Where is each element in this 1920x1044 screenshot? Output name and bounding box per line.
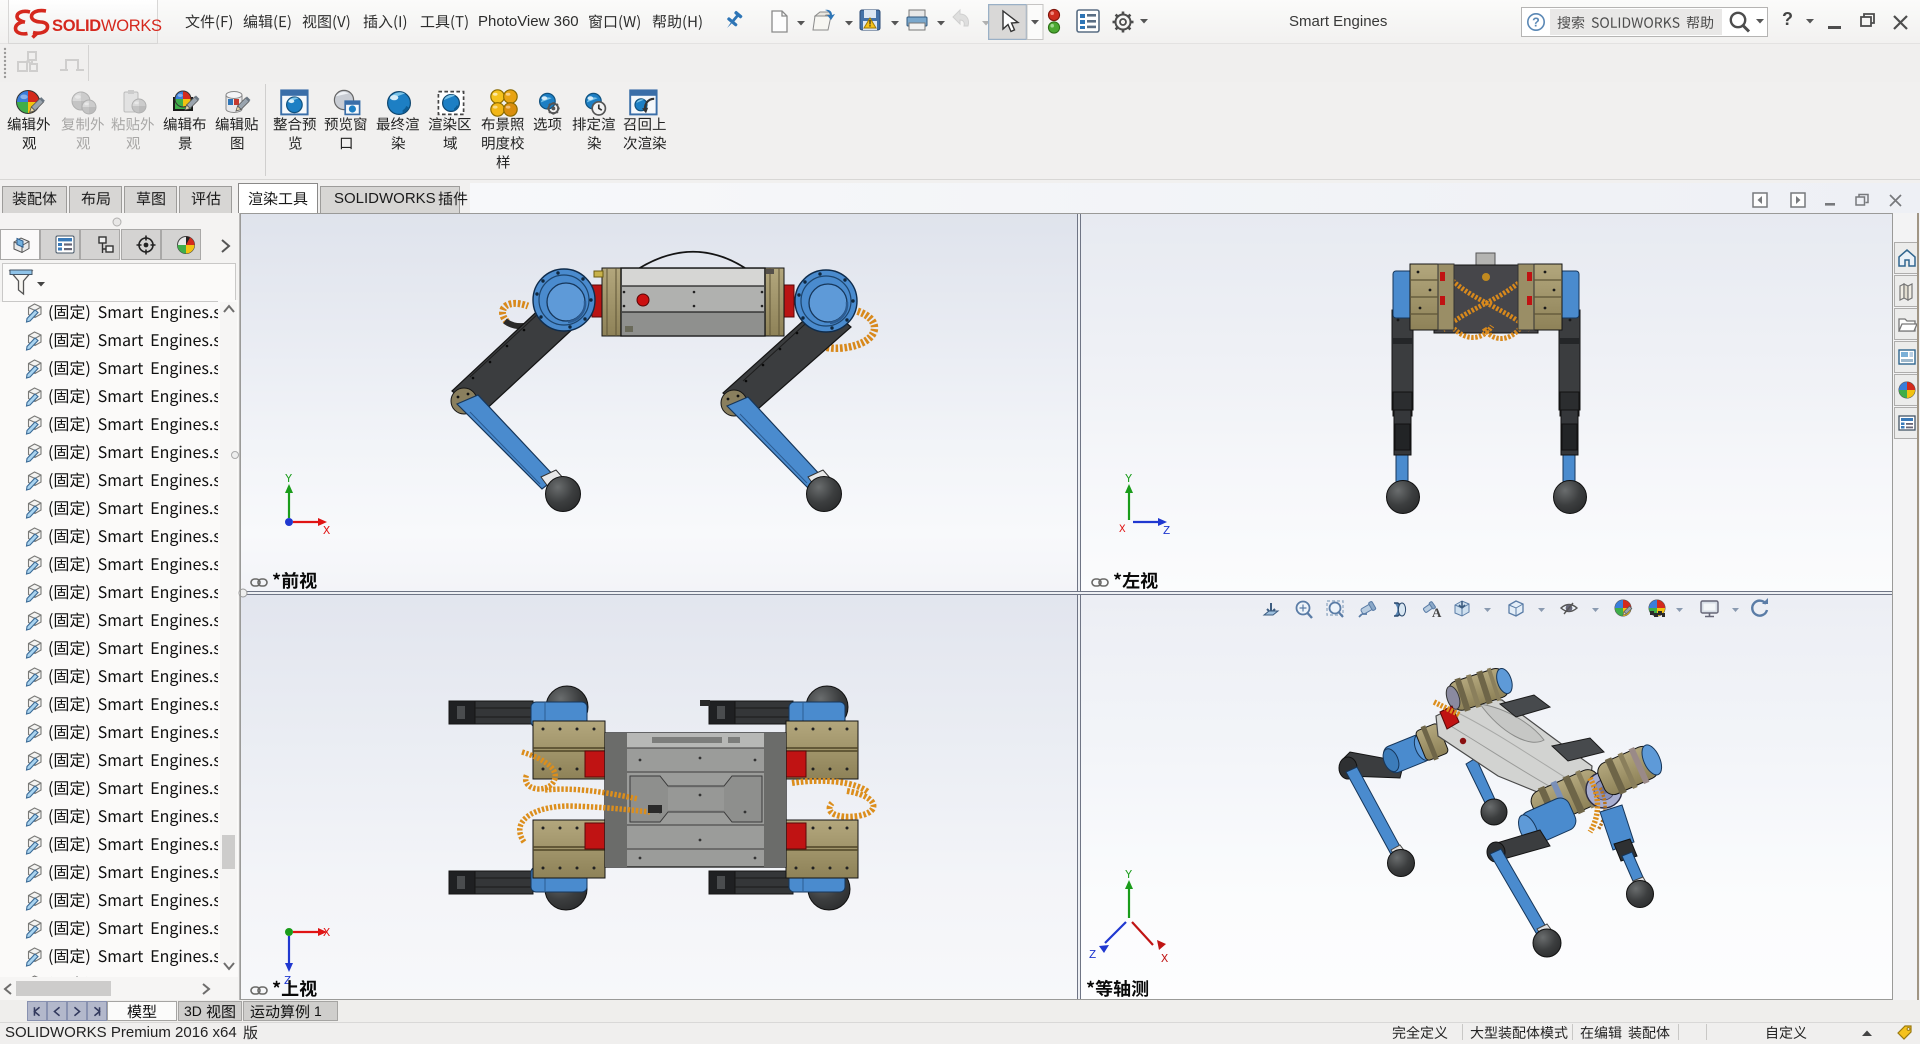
- svg-text:?: ?: [1532, 16, 1540, 30]
- svg-text:X: X: [1119, 524, 1126, 536]
- svg-text:!: !: [869, 19, 872, 29]
- svg-text:Z: Z: [1163, 524, 1170, 538]
- svg-text:SOLIDWORKS: SOLIDWORKS: [52, 17, 162, 35]
- svg-text:X: X: [1161, 952, 1168, 966]
- svg-text:Y: Y: [1125, 472, 1132, 486]
- svg-text:X: X: [323, 524, 330, 538]
- svg-text:X: X: [323, 926, 330, 940]
- svg-text:A: A: [1432, 605, 1442, 620]
- svg-text:Z: Z: [1089, 948, 1096, 962]
- svg-text:Y: Y: [285, 472, 292, 486]
- svg-text:Y: Y: [1125, 868, 1132, 882]
